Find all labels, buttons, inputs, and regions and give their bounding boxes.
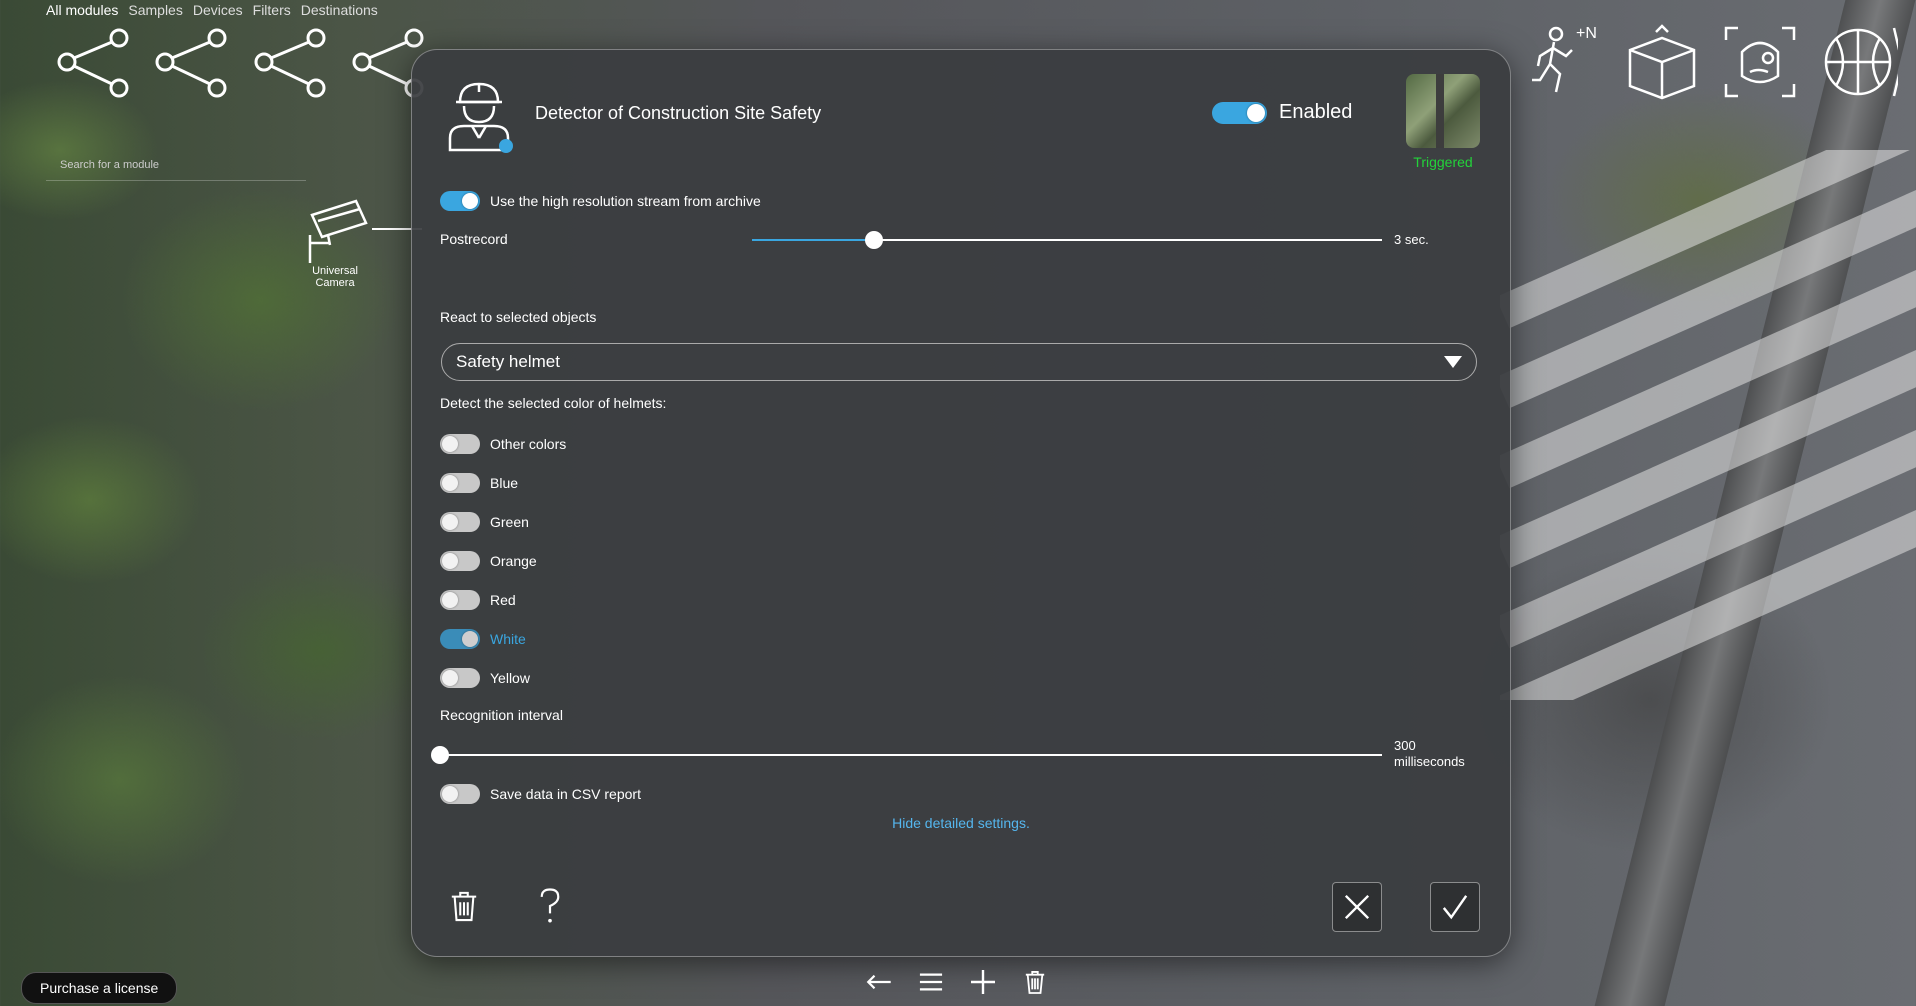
hires-toggle[interactable] — [440, 191, 480, 211]
trash-icon[interactable] — [1018, 965, 1052, 999]
dialog-title: Detector of Construction Site Safety — [535, 103, 822, 123]
ball-icon[interactable] — [1818, 22, 1904, 102]
background-crosswalk — [1500, 150, 1916, 700]
color-label: White — [490, 631, 526, 647]
caret-down-icon — [1444, 356, 1462, 368]
purchase-license-button[interactable]: Purchase a license — [21, 972, 178, 1004]
nav-samples[interactable]: Samples — [128, 2, 182, 18]
running-person-count-icon[interactable]: +N — [1526, 22, 1606, 102]
apply-button[interactable] — [1430, 882, 1480, 932]
question-icon — [540, 888, 560, 923]
nav-devices[interactable]: Devices — [193, 2, 243, 18]
cancel-button[interactable] — [1332, 882, 1382, 932]
interval-value: 300 milliseconds — [1394, 738, 1465, 770]
color-item-other: Other colors — [440, 434, 566, 454]
back-arrow-icon[interactable] — [862, 965, 896, 999]
module-search — [46, 150, 306, 181]
color-toggle-white[interactable] — [440, 629, 480, 649]
helmet-colors-label: Detect the selected color of helmets: — [440, 395, 667, 411]
nav-filters[interactable]: Filters — [253, 2, 291, 18]
enabled-label: Enabled — [1279, 101, 1353, 123]
postrecord-fill — [752, 239, 874, 241]
color-item-blue: Blue — [440, 473, 518, 493]
enabled-toggle[interactable] — [1212, 101, 1267, 124]
person-count-label: +N — [1576, 25, 1597, 42]
trash-icon — [451, 891, 477, 922]
color-label: Other colors — [490, 436, 567, 452]
share-icon[interactable] — [252, 22, 332, 102]
color-toggle-orange[interactable] — [440, 551, 480, 571]
hires-label: Use the high resolution stream from arch… — [490, 193, 761, 209]
color-toggle-green[interactable] — [440, 512, 480, 532]
hires-setting: Use the high resolution stream from arch… — [440, 191, 761, 211]
nav-destinations[interactable]: Destinations — [301, 2, 378, 18]
csv-setting: Save data in CSV report — [440, 784, 641, 804]
share-icon[interactable] — [153, 22, 233, 102]
universal-camera-node[interactable]: Universal Camera — [292, 195, 378, 289]
module-settings-dialog: Detector of Construction Site Safety Ena… — [411, 49, 1511, 957]
hide-settings-link[interactable]: Hide detailed settings. — [412, 815, 1510, 831]
color-item-orange: Orange — [440, 551, 537, 571]
interval-slider[interactable] — [431, 745, 1382, 765]
color-item-red: Red — [440, 590, 516, 610]
module-category-nav: All modules Samples Devices Filters Dest… — [46, 2, 378, 18]
postrecord-value: 3 sec. — [1394, 232, 1429, 247]
camera-icon — [308, 199, 368, 263]
react-label: React to selected objects — [440, 309, 597, 325]
add-icon[interactable] — [966, 965, 1000, 999]
color-label: Red — [490, 592, 516, 608]
color-toggle-blue[interactable] — [440, 473, 480, 493]
camera-label-line2: Camera — [315, 277, 355, 289]
color-item-white: White — [440, 629, 526, 649]
object-type-value: Safety helmet — [456, 352, 560, 371]
interval-knob[interactable] — [431, 746, 449, 764]
interval-value-number: 300 — [1394, 738, 1416, 753]
color-toggle-other[interactable] — [440, 434, 480, 454]
construction-worker-icon — [444, 78, 514, 154]
camera-thumbnail[interactable] — [1406, 74, 1480, 148]
interval-value-unit: milliseconds — [1394, 754, 1465, 769]
color-item-green: Green — [440, 512, 529, 532]
box-icon[interactable] — [1622, 22, 1702, 102]
color-label: Blue — [490, 475, 519, 491]
delete-button[interactable] — [440, 882, 488, 930]
camera-label-line1: Universal — [312, 265, 358, 277]
color-toggle-red[interactable] — [440, 590, 480, 610]
color-label: Orange — [490, 553, 537, 569]
triggered-status: Triggered — [1413, 154, 1473, 170]
color-label: Green — [490, 514, 529, 530]
close-icon — [1344, 894, 1370, 920]
bottom-toolbar — [862, 965, 1052, 999]
menu-icon[interactable] — [914, 965, 948, 999]
color-item-yellow: Yellow — [440, 668, 530, 688]
face-scan-icon[interactable] — [1720, 22, 1800, 102]
check-icon — [1442, 895, 1468, 920]
csv-toggle[interactable] — [440, 784, 480, 804]
color-label: Yellow — [490, 670, 530, 686]
share-icon[interactable] — [55, 22, 135, 102]
enabled-control: Enabled — [1212, 101, 1352, 124]
help-button[interactable] — [526, 882, 574, 930]
nav-all-modules[interactable]: All modules — [46, 2, 118, 18]
postrecord-knob[interactable] — [864, 231, 883, 249]
csv-label: Save data in CSV report — [490, 786, 641, 802]
color-toggle-yellow[interactable] — [440, 668, 480, 688]
postrecord-slider[interactable] — [752, 230, 1382, 250]
object-type-dropdown[interactable]: Safety helmet — [441, 343, 1477, 381]
postrecord-label: Postrecord — [440, 231, 508, 247]
interval-label: Recognition interval — [440, 707, 563, 723]
search-input[interactable] — [46, 150, 306, 180]
